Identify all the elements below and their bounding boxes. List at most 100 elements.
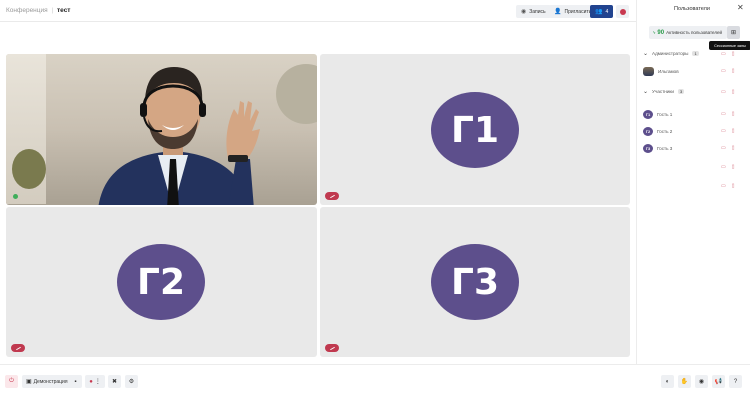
app-title: Конференция	[6, 7, 48, 14]
stop-button[interactable]	[616, 5, 629, 18]
user-controls: ▭ ▯	[721, 111, 735, 117]
user-name: Гость 1	[657, 111, 673, 117]
group-participants-count: 3	[677, 89, 685, 94]
camera-off-icon[interactable]: ▭	[721, 128, 726, 134]
settings-icon: ◐	[665, 378, 670, 385]
microphone-button[interactable]: ● ⋮	[85, 375, 105, 388]
group-participants-controls: ▭ ▯	[721, 89, 735, 95]
camera-off-icon[interactable]: ▭	[721, 111, 726, 117]
pointer-icon: ▪	[74, 378, 77, 385]
participants-icon: 👥	[595, 9, 603, 15]
mic-off-icon[interactable]: ▯	[732, 89, 735, 95]
mic-off-icon[interactable]: ▯	[732, 183, 735, 189]
invite-user-icon: 👤	[554, 9, 562, 15]
panel-title: Пользователи	[674, 6, 710, 12]
mic-off-icon[interactable]: ▯	[732, 145, 735, 151]
title-separator: |	[51, 7, 54, 14]
mic-off-icon[interactable]: ▯	[732, 164, 735, 170]
room-name: тест	[56, 7, 71, 14]
leave-button[interactable]: ⏻	[5, 375, 18, 388]
camera-off-icon[interactable]: ▭	[721, 51, 726, 57]
group-participants-label: Участники	[652, 89, 674, 94]
mic-off-icon: ●	[89, 378, 93, 385]
help-icon: ?	[733, 378, 738, 385]
screen-share-icon: ▣	[26, 379, 32, 385]
plant-shape	[12, 149, 46, 189]
mic-off-icon[interactable]: ▯	[732, 51, 735, 57]
activity-button[interactable]: ϟ 90 Активность пользователей	[649, 26, 727, 39]
conference-header: Конференция | тест ◉ Запись 👤 Пригласить…	[0, 0, 636, 22]
record-button[interactable]: ◉ Запись	[516, 5, 551, 18]
camera-off-icon[interactable]: ▭	[721, 68, 726, 74]
chat-icon: ◉	[698, 379, 705, 385]
user-controls: ▭ ▯	[721, 128, 735, 134]
users-panel: Пользователи ✕ ϟ 90 Активность пользоват…	[636, 0, 750, 364]
camera-off-icon[interactable]: ▭	[721, 164, 726, 170]
megaphone-icon: 📢	[714, 379, 723, 385]
session-rooms-icon: ⊞	[730, 30, 737, 36]
stop-icon	[619, 8, 626, 15]
effects-icon: ⚙	[128, 379, 135, 385]
camera-off-icon[interactable]: ▭	[721, 183, 726, 189]
leave-icon: ⏻	[9, 378, 14, 384]
announce-button[interactable]: 📢	[712, 375, 725, 388]
group-participants[interactable]: ⌄ Участники 3	[643, 88, 685, 95]
extra-controls: ▭ ▯	[721, 183, 735, 189]
settings-button[interactable]: ◐	[661, 375, 674, 388]
video-grid: Г1 Г2 Г3	[0, 22, 636, 364]
participants-button[interactable]: 👥 4	[590, 5, 613, 18]
mic-active-indicator	[13, 194, 18, 199]
chat-button[interactable]: ◉	[695, 375, 708, 388]
session-rooms-button[interactable]: ⊞	[727, 26, 740, 39]
group-admins-count: 1	[692, 51, 699, 56]
bottom-toolbar: ⏻ ▣ Демонстрация ▪ ● ⋮ ✖ ⚙ ◐ ✋ ◉ 📢 ?	[0, 364, 750, 396]
help-button[interactable]: ?	[729, 375, 742, 388]
close-panel-icon[interactable]: ✕	[737, 3, 744, 12]
invite-label: Пригласить	[564, 8, 592, 15]
mic-off-icon[interactable]: ▯	[732, 68, 735, 74]
camera-button[interactable]: ✖	[108, 375, 121, 388]
screen-share-options-button[interactable]: ▪	[69, 375, 82, 388]
muted-icon	[11, 344, 25, 352]
chevron-down-icon: ⌄	[643, 89, 649, 95]
user-name: Ильгамов	[658, 68, 679, 74]
video-tile-guest-1[interactable]: Г1	[320, 54, 630, 205]
group-admins[interactable]: ⌄ Администраторы 1	[643, 50, 699, 57]
user-controls: ▭ ▯	[721, 68, 735, 74]
user-avatar	[643, 66, 654, 76]
session-rooms-tooltip: Сессионные залы	[709, 41, 750, 50]
mic-off-icon[interactable]: ▯	[732, 111, 735, 117]
record-icon: ◉	[521, 9, 527, 15]
participants-count: 4	[605, 8, 609, 15]
guest-3-avatar: Г3	[431, 244, 519, 320]
screen-share-label: Демонстрация	[33, 378, 68, 385]
background-shape	[276, 64, 317, 124]
conference-title: Конференция | тест	[6, 7, 71, 14]
user-name: Гость 2	[657, 128, 673, 134]
user-name: Гость 3	[657, 145, 673, 151]
user-avatar: Г2	[643, 126, 653, 136]
muted-icon	[325, 192, 339, 200]
more-vertical-icon: ⋮	[94, 379, 101, 385]
group-admins-controls: ▭ ▯	[721, 51, 735, 57]
camera-off-icon[interactable]: ▭	[721, 145, 726, 151]
record-label: Запись	[529, 8, 546, 15]
guest-1-avatar: Г1	[431, 92, 519, 168]
camera-off-icon[interactable]: ▭	[721, 89, 726, 95]
effects-button[interactable]: ⚙	[125, 375, 138, 388]
video-tile-guest-2[interactable]: Г2	[6, 207, 317, 357]
screen-share-button[interactable]: ▣ Демонстрация	[22, 375, 72, 388]
mic-off-icon[interactable]: ▯	[732, 128, 735, 134]
extra-controls: ▭ ▯	[721, 164, 735, 170]
person-on-video	[98, 67, 260, 205]
activity-label: Активность пользователей	[666, 30, 723, 35]
chevron-down-icon: ⌄	[643, 51, 649, 57]
video-tile-guest-3[interactable]: Г3	[320, 207, 630, 357]
hand-icon: ✋	[680, 379, 689, 385]
video-tile-host[interactable]	[6, 54, 317, 205]
guest-2-avatar: Г2	[117, 244, 205, 320]
user-avatar: Г1	[643, 109, 653, 119]
user-controls: ▭ ▯	[721, 145, 735, 151]
user-avatar: Г3	[643, 143, 653, 153]
raise-hand-button[interactable]: ✋	[678, 375, 691, 388]
